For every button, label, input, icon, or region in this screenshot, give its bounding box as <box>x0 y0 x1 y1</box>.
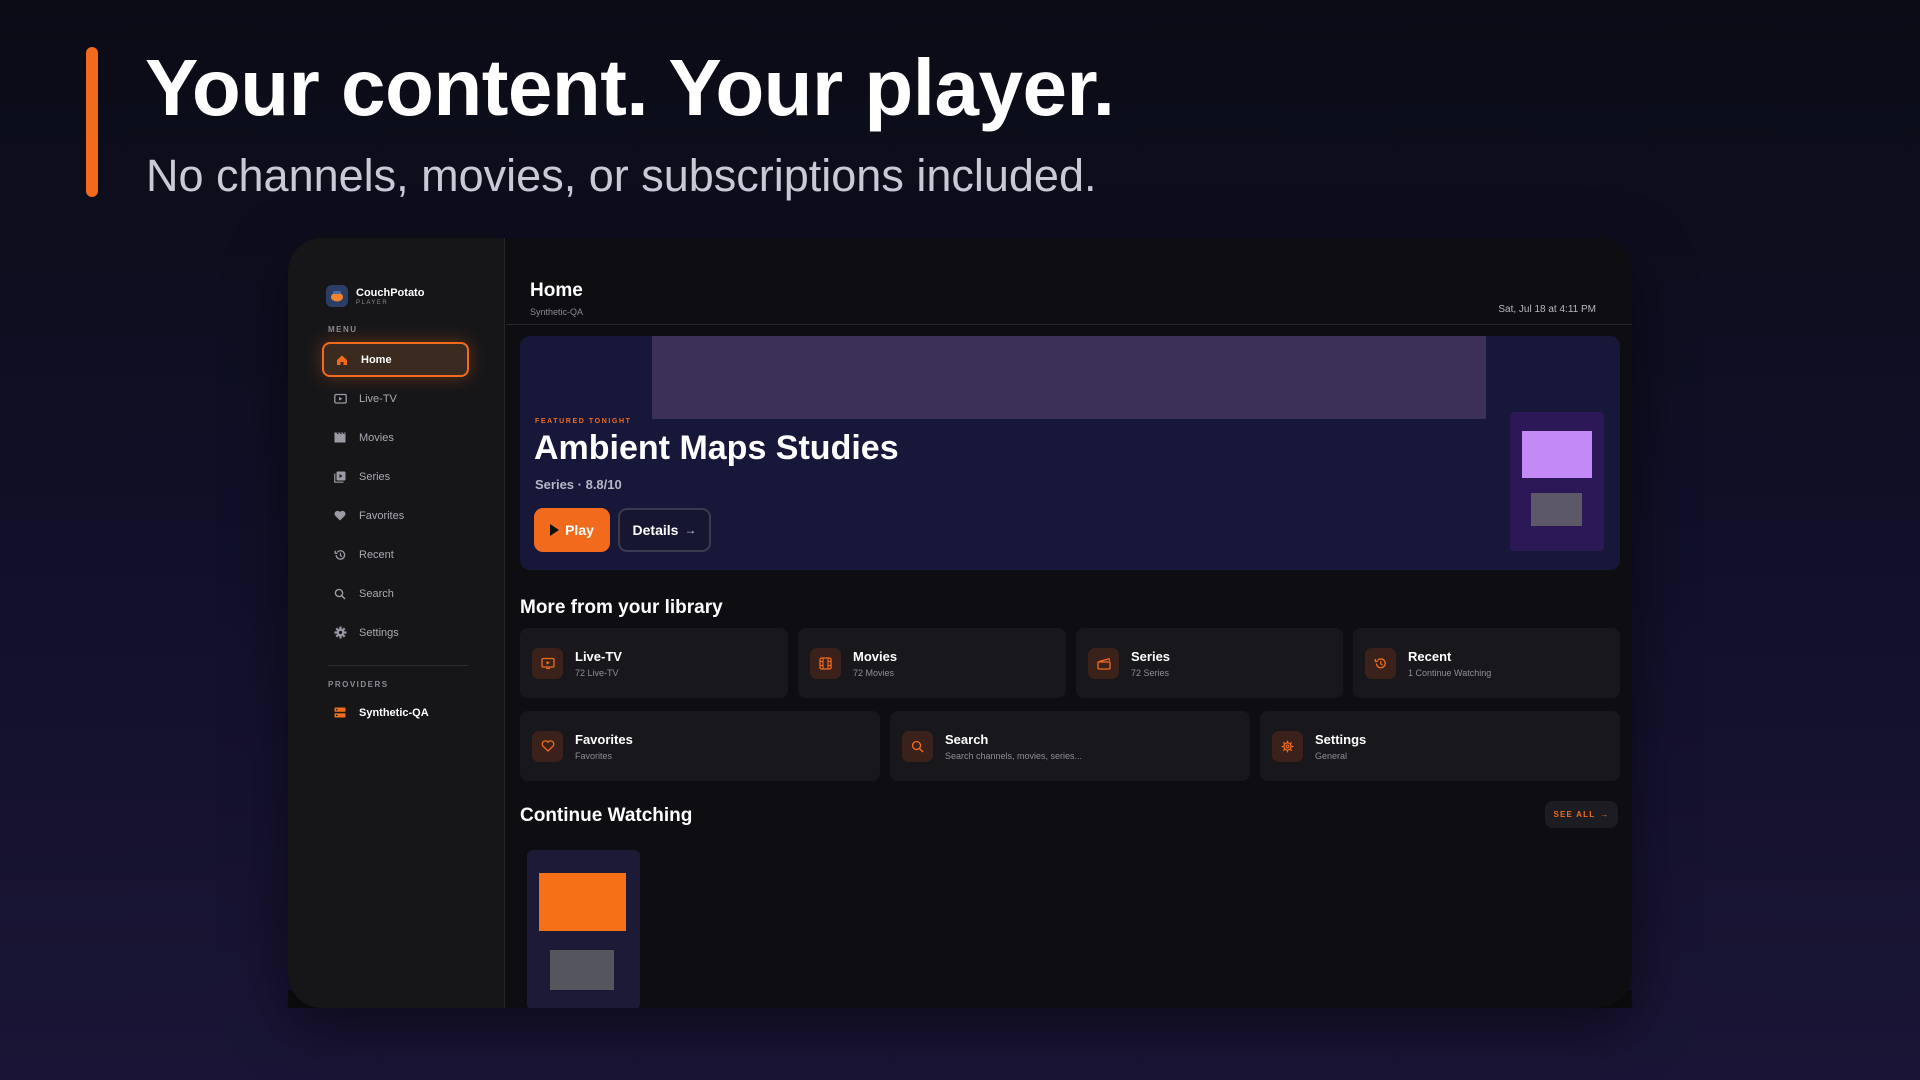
tv-icon <box>532 647 563 679</box>
header-datetime: Sat, Jul 18 at 4:11 PM <box>1498 304 1596 315</box>
continue-watching-title: Continue Watching <box>520 805 693 826</box>
library-tile-recent[interactable]: Recent 1 Continue Watching <box>1353 628 1620 698</box>
sidebar-item-live-tv[interactable]: Live-TV <box>322 381 469 416</box>
sidebar-item-label: Search <box>359 587 394 600</box>
brand-name: CouchPotato <box>356 286 425 299</box>
library-section-title: More from your library <box>520 597 723 618</box>
tile-subtitle: General <box>1315 750 1348 761</box>
tile-subtitle: 72 Movies <box>853 667 895 678</box>
sidebar-item-recent[interactable]: Recent <box>322 537 469 572</box>
sidebar-item-label: Series <box>359 470 391 483</box>
app-window: CouchPotato PLAYER MENU Home Live-TV Mov… <box>288 238 1632 1008</box>
sidebar: CouchPotato PLAYER MENU Home Live-TV Mov… <box>288 238 505 1008</box>
promo-headline: Your content. Your player. <box>145 43 1115 132</box>
potato-logo-icon <box>326 285 348 307</box>
tile-name: Favorites <box>575 731 633 747</box>
tile-subtitle: 72 Live-TV <box>575 667 619 678</box>
poster-art-block <box>1531 493 1582 526</box>
sidebar-item-label: Live-TV <box>359 392 397 405</box>
series-icon <box>333 470 347 484</box>
library-tile-search[interactable]: Search Search channels, movies, series... <box>890 711 1250 781</box>
header-divider <box>506 324 1632 325</box>
sidebar-item-home[interactable]: Home <box>322 342 469 377</box>
sidebar-item-series[interactable]: Series <box>322 459 469 494</box>
gear-icon <box>1272 730 1303 762</box>
see-all-button[interactable]: SEE ALL → <box>1545 801 1618 828</box>
arrow-right-icon: → <box>1600 810 1610 819</box>
sidebar-item-label: Synthetic-QA <box>359 706 429 719</box>
brand-subtitle: PLAYER <box>356 299 389 306</box>
search-icon <box>333 587 347 601</box>
film-icon <box>333 431 347 445</box>
library-tile-favorites[interactable]: Favorites Favorites <box>520 711 880 781</box>
page-subtitle: Synthetic-QA <box>530 307 584 317</box>
heart-icon <box>333 509 347 523</box>
tile-subtitle: 72 Series <box>1131 667 1170 678</box>
play-icon <box>550 524 560 536</box>
sidebar-item-search[interactable]: Search <box>322 576 469 611</box>
library-tile-series[interactable]: Series 72 Series <box>1076 628 1343 698</box>
sidebar-divider <box>328 665 468 666</box>
tile-name: Search <box>945 731 989 747</box>
history-icon <box>333 548 347 562</box>
library-tile-settings[interactable]: Settings General <box>1260 711 1620 781</box>
film-icon <box>810 647 841 679</box>
see-all-label: SEE ALL <box>1553 810 1596 819</box>
hero-title: Ambient Maps Studies <box>534 429 899 467</box>
clapper-icon <box>1088 647 1119 679</box>
library-tile-live-tv[interactable]: Live-TV 72 Live-TV <box>520 628 788 698</box>
hero-banner-image <box>652 336 1486 419</box>
library-tile-movies[interactable]: Movies 72 Movies <box>798 628 1066 698</box>
sidebar-item-movies[interactable]: Movies <box>322 420 469 455</box>
play-button-label: Play <box>565 522 594 538</box>
tv-icon <box>333 392 347 406</box>
sidebar-item-provider[interactable]: Synthetic-QA <box>322 695 469 730</box>
gear-icon <box>333 626 347 640</box>
tile-name: Live-TV <box>575 648 622 664</box>
sidebar-item-label: Settings <box>359 626 399 639</box>
home-icon <box>335 353 349 367</box>
poster-art-block <box>539 873 626 931</box>
continue-watching-card[interactable] <box>527 850 640 1008</box>
main-content: Home Synthetic-QA Sat, Jul 18 at 4:11 PM… <box>506 238 1632 1008</box>
search-icon <box>902 730 933 762</box>
tile-subtitle: 1 Continue Watching <box>1408 667 1492 678</box>
arrow-right-icon: → <box>684 523 697 537</box>
sidebar-item-label: Favorites <box>359 509 405 522</box>
promo-subline: No channels, movies, or subscriptions in… <box>146 150 1097 201</box>
hero-tag: FEATURED TONIGHT <box>535 418 632 425</box>
sidebar-item-label: Home <box>361 353 392 366</box>
providers-section-label: PROVIDERS <box>328 680 389 689</box>
brand: CouchPotato PLAYER <box>326 285 424 307</box>
tile-name: Settings <box>1315 731 1367 747</box>
play-button[interactable]: Play <box>534 508 610 552</box>
sidebar-item-label: Movies <box>359 431 394 444</box>
tile-name: Series <box>1131 648 1171 664</box>
tile-subtitle: Search channels, movies, series... <box>945 750 1083 761</box>
featured-hero[interactable]: FEATURED TONIGHT Ambient Maps Studies Se… <box>520 336 1620 570</box>
tile-name: Movies <box>853 648 898 664</box>
tile-name: Recent <box>1408 648 1452 664</box>
poster-art-block <box>550 950 614 990</box>
page-title: Home <box>530 280 583 301</box>
sidebar-item-label: Recent <box>359 548 394 561</box>
hero-meta: Series · 8.8/10 <box>535 477 622 492</box>
sidebar-item-settings[interactable]: Settings <box>322 615 469 650</box>
menu-section-label: MENU <box>328 325 358 334</box>
sidebar-item-favorites[interactable]: Favorites <box>322 498 469 533</box>
details-button[interactable]: Details → <box>618 508 711 552</box>
tile-subtitle: Favorites <box>575 750 613 761</box>
headline-accent-bar <box>86 47 98 197</box>
server-icon <box>333 706 347 720</box>
details-button-label: Details <box>632 522 679 538</box>
hero-poster-image[interactable] <box>1510 412 1604 551</box>
history-icon <box>1365 647 1396 679</box>
poster-art-block <box>1522 431 1592 478</box>
heart-icon <box>532 730 563 762</box>
